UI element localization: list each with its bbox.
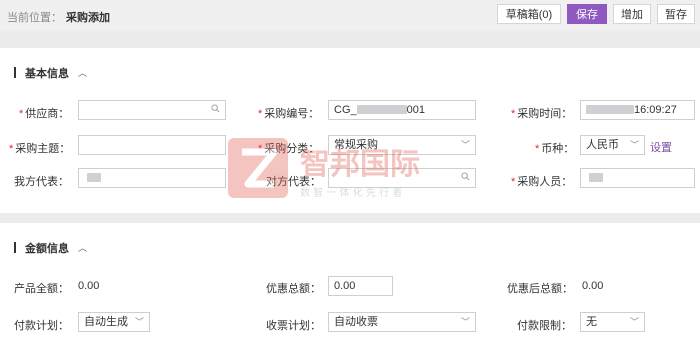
purchase-no-label: * 采购编号： [258, 108, 320, 120]
drafts-button[interactable]: 草稿箱(0) [497, 4, 561, 24]
purchase-time-label: * 采购时间： [511, 108, 573, 120]
invoice-plan-label: 收票计划： [266, 320, 321, 332]
chevron-down-icon: ﹀ [629, 140, 639, 150]
buyer-label: * 采购人员： [511, 176, 573, 188]
purchase-time-input[interactable]: 16:09:27 [580, 100, 695, 120]
payment-limit-select[interactable]: 无 ﹀ [580, 312, 645, 332]
supplier-label: * 供应商： [19, 108, 70, 120]
watermark-slogan: 数 智 一 体 化 先 行 者 [300, 186, 402, 199]
amount-section: 金额信息 ︿ 产品全额： 0.00 优惠总额： 0.00 优惠后总额： 0.00… [0, 223, 700, 340]
currency-label: * 币种： [535, 143, 575, 155]
our-rep-input[interactable] [78, 168, 226, 188]
temp-save-button[interactable]: 暂存 [657, 4, 695, 24]
watermark-brand: 智邦国际 [300, 147, 420, 182]
watermark-logo: 智邦国际 数 智 一 体 化 先 行 者 [228, 138, 420, 199]
invoice-plan-select[interactable]: 自动收票 ﹀ [328, 312, 476, 332]
collapse-basic-icon[interactable]: ︿ [78, 66, 87, 79]
after-discount-value: 0.00 [582, 280, 604, 292]
chevron-down-icon: ﹀ [134, 317, 144, 327]
payment-limit-label: 付款限制： [517, 320, 572, 332]
payment-plan-select[interactable]: 自动生成 ﹀ [78, 312, 150, 332]
currency-settings-link[interactable]: 设置 [650, 139, 672, 155]
after-discount-label: 优惠后总额： [507, 283, 573, 295]
subject-label: * 采购主题： [9, 143, 71, 155]
add-button[interactable]: 增加 [613, 4, 651, 24]
product-total-label: 产品全额： [14, 283, 69, 295]
chevron-down-icon: ﹀ [460, 317, 470, 327]
collapse-amount-icon[interactable]: ︿ [78, 241, 87, 254]
search-icon[interactable] [211, 104, 220, 113]
supplier-input[interactable] [78, 100, 226, 120]
product-total-value: 0.00 [78, 280, 100, 292]
save-button[interactable]: 保存 [567, 4, 607, 24]
buyer-input[interactable] [580, 168, 695, 188]
amount-title: 金额信息 [14, 240, 69, 256]
discount-total-label: 优惠总额： [266, 283, 321, 295]
our-rep-label: 我方代表： [14, 176, 69, 188]
top-bar: 当前位置： 采购添加 草稿箱(0) 保存 增加 暂存 [0, 0, 700, 30]
breadcrumb-prefix: 当前位置： [7, 12, 62, 24]
purchase-no-input[interactable]: CG_ 001 [328, 100, 476, 120]
payment-plan-label: 付款计划： [14, 320, 69, 332]
basic-info-title: 基本信息 [14, 65, 69, 81]
breadcrumb-current: 采购添加 [66, 12, 110, 24]
currency-select[interactable]: 人民币 ﹀ [580, 135, 645, 155]
discount-total-input[interactable]: 0.00 [328, 276, 393, 296]
breadcrumb: 当前位置： 采购添加 [7, 9, 110, 25]
chevron-down-icon: ﹀ [629, 317, 639, 327]
subject-input[interactable] [78, 135, 226, 155]
